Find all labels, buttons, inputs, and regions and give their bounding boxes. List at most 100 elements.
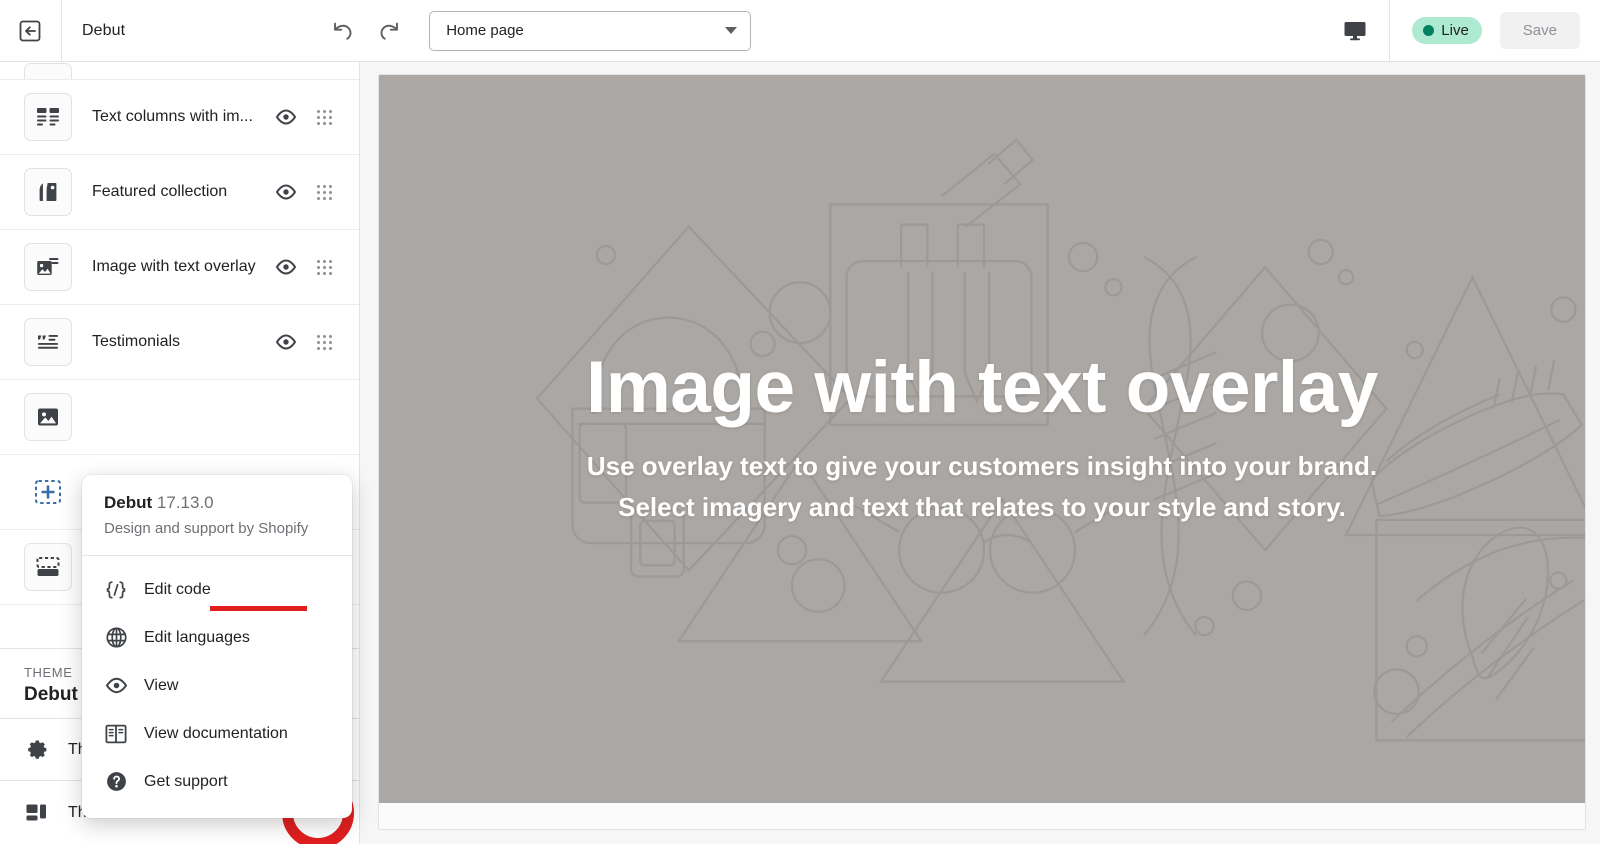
tag-collection-glyph-icon: [39, 183, 57, 201]
footer-glyph-icon: [36, 557, 60, 576]
eye-icon: [275, 259, 297, 275]
top-header-bar: Debut Home page Live Save: [0, 0, 1600, 62]
section-row-image[interactable]: [0, 380, 359, 455]
quote-testimonial-icon: [24, 318, 72, 366]
redo-icon: [380, 22, 399, 40]
eye-icon: [275, 334, 297, 350]
image-with-text-icon: [24, 243, 72, 291]
preview-bottom-strip: [379, 803, 1585, 829]
menu-item-label: View: [144, 676, 179, 694]
hero-text-block: Image with text overlay Use overlay text…: [379, 350, 1585, 528]
slideshow-icon: [24, 63, 72, 80]
section-row-testimonials[interactable]: Testimonials: [0, 305, 359, 380]
section-drag-handle[interactable]: [311, 334, 337, 350]
add-section-glyph-icon: [35, 480, 61, 504]
save-button[interactable]: Save: [1499, 12, 1580, 49]
menu-item-label: Get support: [144, 772, 228, 790]
text-columns-glyph-icon: [37, 108, 59, 126]
section-label: Image with text overlay: [92, 258, 256, 275]
popover-menu-list: Edit code Edit languages View View docum…: [82, 556, 352, 818]
popover-subtitle: Design and support by Shopify: [104, 520, 309, 537]
section-drag-handle[interactable]: [311, 259, 337, 275]
footer-icon: [24, 543, 72, 591]
section-row-slideshow[interactable]: [0, 62, 359, 80]
menu-item-view-documentation[interactable]: View documentation: [82, 710, 352, 758]
page-select-value: Home page: [446, 22, 524, 39]
section-visibility-toggle[interactable]: [273, 259, 299, 275]
header-actions: Live Save: [1390, 12, 1600, 49]
question-circle-icon: [104, 770, 128, 793]
image-icon: [24, 393, 72, 441]
undo-icon: [334, 22, 352, 40]
highlight-underline: [210, 605, 307, 611]
device-preview-button[interactable]: [1320, 0, 1391, 62]
popover-header: Debut 17.13.0 Design and support by Shop…: [82, 475, 352, 556]
sidebar: Text columns with im... Featured collect…: [0, 62, 360, 844]
section-label: Testimonials: [92, 333, 181, 350]
storefront-preview-frame[interactable]: Image with text overlay Use overlay text…: [378, 74, 1586, 830]
redo-button[interactable]: [373, 14, 407, 48]
theme-actions-popover: Debut 17.13.0 Design and support by Shop…: [82, 475, 352, 818]
page-select[interactable]: Home page: [429, 10, 752, 51]
menu-item-label: Edit code: [144, 580, 211, 598]
desktop-monitor-icon: [1344, 21, 1366, 40]
status-label: Live: [1441, 22, 1469, 39]
section-label: Featured collection: [92, 183, 228, 200]
history-controls: [325, 14, 407, 48]
section-visibility-toggle[interactable]: [273, 334, 299, 350]
section-drag-handle[interactable]: [311, 184, 337, 200]
popover-version: 17.13.0: [156, 493, 214, 512]
hero-section[interactable]: Image with text overlay Use overlay text…: [379, 75, 1585, 803]
slideshow-glyph-icon: [37, 73, 59, 80]
image-glyph-icon: [38, 408, 58, 426]
menu-item-label: View documentation: [144, 724, 288, 742]
image-with-text-glyph-icon: [37, 258, 59, 275]
code-braces-icon: [104, 580, 128, 600]
section-row-image-with-text-overlay[interactable]: Image with text overlay: [0, 230, 359, 305]
section-row-featured-collection[interactable]: Featured collection: [0, 155, 359, 230]
theme-editor-app: Debut Home page Live Save Text columns w…: [0, 0, 1600, 844]
eye-icon: [275, 184, 297, 200]
menu-item-edit-code[interactable]: Edit code: [82, 566, 352, 614]
eye-icon: [275, 109, 297, 125]
page-title: Debut: [82, 21, 126, 39]
back-arrow-icon: [19, 20, 40, 41]
tag-collection-icon: [24, 168, 72, 216]
question-circle-glyph-icon: [106, 772, 126, 791]
back-button[interactable]: [0, 0, 62, 62]
hero-subtitle: Use overlay text to give your customers …: [586, 450, 1378, 522]
section-row-text-columns[interactable]: Text columns with im...: [0, 80, 359, 155]
status-dot-icon: [1423, 25, 1435, 36]
code-braces-glyph-icon: [106, 580, 126, 599]
book-icon: [104, 723, 128, 745]
hero-title: Image with text overlay: [586, 346, 1378, 428]
menu-item-edit-languages[interactable]: Edit languages: [82, 614, 352, 662]
popover-theme-name: Debut: [104, 493, 153, 512]
book-glyph-icon: [105, 724, 127, 743]
preview-pane: Image with text overlay Use overlay text…: [360, 62, 1600, 844]
gear-icon: [28, 740, 47, 759]
popover-title: Debut 17.13.0: [104, 493, 330, 513]
theme-actions-icon: [26, 804, 46, 820]
status-badge: Live: [1412, 17, 1482, 44]
eye-icon: [104, 677, 128, 694]
globe-icon: [104, 626, 128, 649]
undo-button[interactable]: [325, 14, 359, 48]
eye-glyph-icon: [105, 677, 127, 694]
section-visibility-toggle[interactable]: [273, 109, 299, 125]
drag-handle-icon: [316, 109, 332, 125]
menu-item-label: Edit languages: [144, 628, 250, 646]
editor-body: Text columns with im... Featured collect…: [0, 62, 1600, 844]
globe-glyph-icon: [105, 627, 127, 648]
section-visibility-toggle[interactable]: [273, 184, 299, 200]
add-section-icon: [24, 468, 72, 516]
menu-item-get-support[interactable]: Get support: [82, 758, 352, 806]
quote-testimonial-glyph-icon: [38, 335, 58, 349]
section-drag-handle[interactable]: [311, 109, 337, 125]
drag-handle-icon: [316, 334, 332, 350]
drag-handle-icon: [316, 259, 332, 275]
chevron-down-icon: [725, 27, 738, 34]
drag-handle-icon: [316, 184, 332, 200]
section-label: Text columns with im...: [92, 108, 253, 125]
menu-item-view[interactable]: View: [82, 662, 352, 710]
